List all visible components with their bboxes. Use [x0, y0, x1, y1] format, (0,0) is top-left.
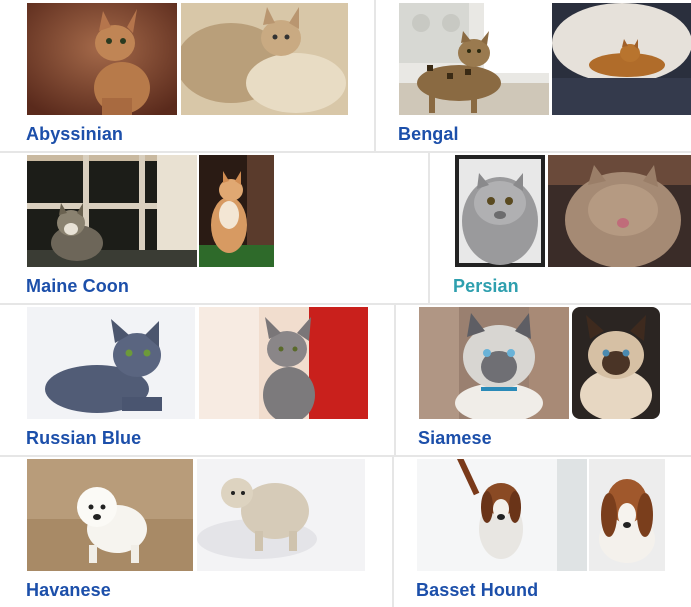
basset-hound-photo-1[interactable] — [417, 459, 587, 571]
breed-card-russian-blue[interactable]: Russian Blue — [0, 305, 394, 455]
russian-blue-photo-1[interactable] — [27, 307, 195, 419]
breed-label[interactable]: Basset Hound — [416, 580, 538, 601]
russian-blue-photo-2[interactable] — [199, 307, 368, 419]
basset-hound-photo-2[interactable] — [589, 459, 665, 571]
breed-label[interactable]: Siamese — [418, 428, 492, 449]
breed-card-basset-hound[interactable]: Basset Hound — [394, 457, 691, 607]
breed-card-bengal[interactable]: Bengal — [376, 0, 691, 151]
persian-photo-1[interactable] — [455, 155, 545, 267]
breed-card-siamese[interactable]: Siamese — [396, 305, 691, 455]
breed-card-persian[interactable]: Persian — [430, 153, 691, 303]
breed-label[interactable]: Havanese — [26, 580, 111, 601]
siamese-photo-1[interactable] — [419, 307, 569, 419]
breed-card-havanese[interactable]: Havanese — [0, 457, 392, 607]
breed-label[interactable]: Russian Blue — [26, 428, 141, 449]
persian-photo-2[interactable] — [548, 155, 691, 267]
abyssinian-photo-1[interactable] — [27, 3, 177, 115]
breed-label[interactable]: Persian — [453, 276, 519, 297]
breed-label[interactable]: Bengal — [398, 124, 459, 145]
abyssinian-photo-2[interactable] — [181, 3, 348, 115]
bengal-photo-1[interactable] — [399, 3, 549, 115]
havanese-photo-2[interactable] — [197, 459, 365, 571]
maine-coon-photo-1[interactable] — [27, 155, 197, 267]
havanese-photo-1[interactable] — [27, 459, 193, 571]
breed-label[interactable]: Maine Coon — [26, 276, 129, 297]
bengal-photo-2[interactable] — [552, 3, 691, 115]
maine-coon-photo-2[interactable] — [199, 155, 274, 267]
breed-label[interactable]: Abyssinian — [26, 124, 123, 145]
siamese-photo-2[interactable] — [572, 307, 660, 419]
breed-card-maine-coon[interactable]: Maine Coon — [0, 153, 428, 303]
breed-card-abyssinian[interactable]: Abyssinian — [0, 0, 374, 151]
